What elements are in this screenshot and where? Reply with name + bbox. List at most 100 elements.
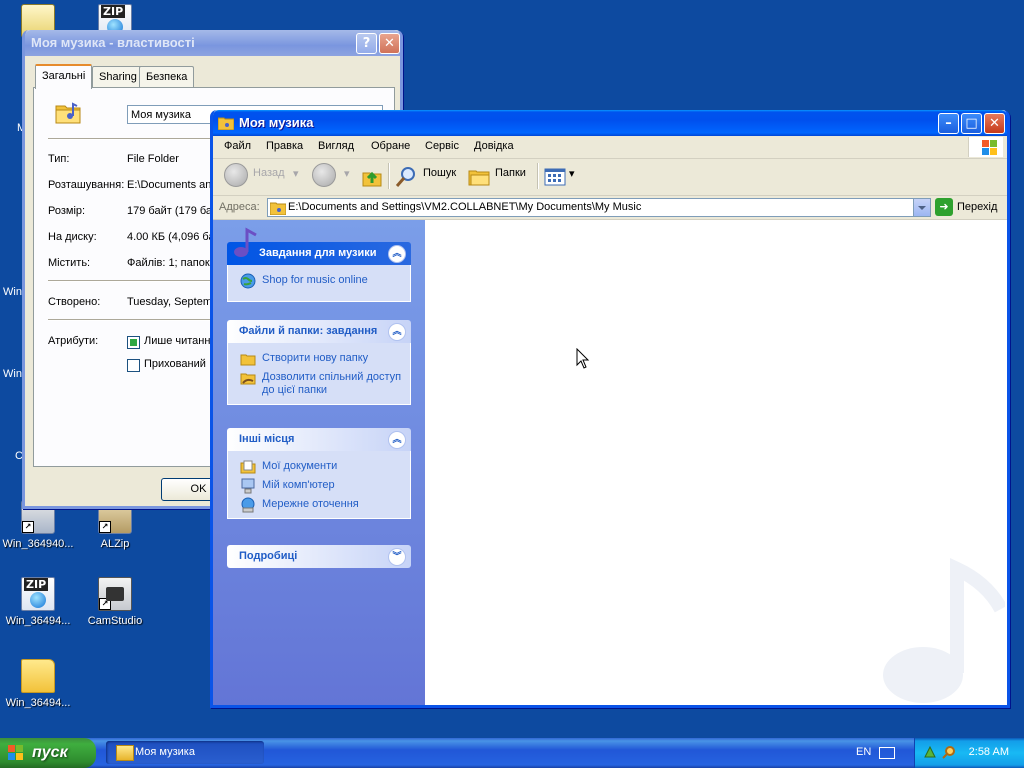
go-label: Перехід xyxy=(957,200,998,213)
taskbar-item-my-music[interactable]: Моя музика xyxy=(106,741,264,764)
hidden-checkbox[interactable] xyxy=(127,359,140,372)
desktop-icon-label: CamStudio xyxy=(87,615,143,627)
music-note-watermark-icon xyxy=(883,558,1005,703)
standard-toolbar: Назад ▾ ▾ Пошук Папки ▾ xyxy=(213,159,1007,196)
size-on-disk-label: На диску: xyxy=(48,231,97,243)
file-folder-tasks-body: Створити нову папку Дозволити спільний д… xyxy=(227,343,411,405)
shortcut-arrow-icon: ↗ xyxy=(99,598,111,610)
system-tray: 2:58 AM xyxy=(914,738,1024,768)
up-folder-icon[interactable] xyxy=(362,167,382,187)
folder-icon xyxy=(21,659,55,693)
maximize-button[interactable]: □ xyxy=(961,113,982,134)
menu-edit[interactable]: Правка xyxy=(266,140,303,152)
start-button[interactable]: пуск xyxy=(0,738,96,768)
menu-bar: Файл Правка Вигляд Обране Сервіс Довідка xyxy=(213,136,1007,159)
readonly-checkbox[interactable] xyxy=(127,336,140,349)
menu-favorites[interactable]: Обране xyxy=(371,140,410,152)
network-places-icon xyxy=(241,497,255,513)
desktop-icon-label: Win_36494... xyxy=(5,615,71,627)
my-documents-link[interactable]: Мої документи xyxy=(228,457,410,476)
mouse-pointer-icon xyxy=(576,348,590,369)
minimize-button[interactable]: – xyxy=(938,113,959,134)
network-tray-icon[interactable] xyxy=(923,745,937,759)
desktop-icon-win-3[interactable]: Win_36494... xyxy=(0,659,76,709)
desktop-icon-label: Win_36494... xyxy=(5,697,71,709)
other-places-panel: Інші місця ︽ Мої документи Мій комп'ютер… xyxy=(227,428,411,519)
back-arrow-icon[interactable] xyxy=(224,163,248,187)
help-button[interactable]: ? xyxy=(356,33,377,54)
clock[interactable]: 2:58 AM xyxy=(969,746,1009,758)
taskbar: пуск Моя музика EN 2:58 AM xyxy=(0,738,1024,768)
explorer-window: Моя музика – □ ✕ Файл Правка Вигляд Обра… xyxy=(210,110,1010,708)
search-icon xyxy=(395,167,415,187)
desktop-icon-win-2[interactable]: Win_36494... xyxy=(0,577,76,627)
details-header[interactable]: Подробиці ︾ xyxy=(227,545,411,568)
address-value: E:\Documents and Settings\VM2.COLLABNET\… xyxy=(288,201,642,213)
shared-folder-icon xyxy=(240,373,256,385)
other-places-body: Мої документи Мій комп'ютер Мережне оточ… xyxy=(227,451,411,519)
language-indicator[interactable]: EN xyxy=(856,746,871,758)
collapse-chevron-icon[interactable]: ︽ xyxy=(388,245,406,263)
address-input[interactable]: E:\Documents and Settings\VM2.COLLABNET\… xyxy=(267,198,931,217)
zip-icon xyxy=(21,577,55,611)
search-tray-icon[interactable] xyxy=(942,745,956,759)
file-folder-tasks-header[interactable]: Файли й папки: завдання ︽ xyxy=(227,320,411,343)
file-folder-tasks-panel: Файли й папки: завдання ︽ Створити нову … xyxy=(227,320,411,405)
menu-file[interactable]: Файл xyxy=(224,140,251,152)
my-computer-icon xyxy=(241,478,255,494)
menu-help[interactable]: Довідка xyxy=(474,140,514,152)
close-button[interactable]: ✕ xyxy=(984,113,1005,134)
search-button[interactable]: Пошук xyxy=(423,167,456,179)
new-folder-icon xyxy=(240,354,256,366)
back-dropdown-icon[interactable]: ▾ xyxy=(293,167,299,180)
desktop-edge-label-2: Win xyxy=(3,286,22,298)
expand-chevron-icon[interactable]: ︾ xyxy=(388,548,406,566)
music-folder-icon xyxy=(270,202,286,215)
file-list-area[interactable] xyxy=(425,220,1007,705)
explorer-titlebar[interactable]: Моя музика – □ ✕ xyxy=(213,110,1007,136)
contains-label: Містить: xyxy=(48,257,91,269)
properties-title: Моя музика - властивості xyxy=(31,35,195,50)
tab-sharing[interactable]: Sharing xyxy=(92,66,144,87)
folders-button[interactable]: Папки xyxy=(495,167,526,179)
other-places-title: Інші місця xyxy=(239,433,295,445)
task-pane: Завдання для музики ︽ Shop for music onl… xyxy=(213,220,425,705)
forward-arrow-icon[interactable] xyxy=(312,163,336,187)
keyboard-icon[interactable] xyxy=(879,747,895,759)
music-tasks-body: Shop for music online xyxy=(227,265,411,302)
camstudio-icon: ↗ xyxy=(98,577,132,611)
forward-dropdown-icon[interactable]: ▾ xyxy=(344,167,350,180)
location-label: Розташування: xyxy=(48,179,125,191)
address-dropdown-icon[interactable] xyxy=(913,199,930,216)
collapse-chevron-icon[interactable]: ︽ xyxy=(388,431,406,449)
desktop-icon-camstudio[interactable]: ↗ CamStudio xyxy=(77,577,153,627)
collapse-chevron-icon[interactable]: ︽ xyxy=(388,323,406,341)
size-label: Розмір: xyxy=(48,205,86,217)
share-folder-link[interactable]: Дозволити спільний доступ до цієї папки xyxy=(228,368,410,400)
my-computer-link[interactable]: Мій комп'ютер xyxy=(228,476,410,495)
properties-titlebar[interactable]: Моя музика - властивості ? ✕ xyxy=(25,30,400,56)
menu-view[interactable]: Вигляд xyxy=(318,140,354,152)
details-title: Подробиці xyxy=(239,550,298,562)
toolbar-separator xyxy=(537,163,539,189)
back-button-label[interactable]: Назад xyxy=(253,167,285,179)
tab-general[interactable]: Загальні xyxy=(35,64,93,89)
link-text: Мій комп'ютер xyxy=(262,479,335,491)
shop-music-online-link[interactable]: Shop for music online xyxy=(228,271,410,290)
network-places-link[interactable]: Мережне оточення xyxy=(228,495,410,514)
make-new-folder-link[interactable]: Створити нову папку xyxy=(228,349,410,368)
other-places-header[interactable]: Інші місця ︽ xyxy=(227,428,411,451)
link-text: Мережне оточення xyxy=(262,498,359,510)
windows-logo-icon xyxy=(968,137,1003,157)
tab-security[interactable]: Безпека xyxy=(139,66,195,87)
views-dropdown-icon[interactable]: ▾ xyxy=(569,167,575,180)
link-text: Мої документи xyxy=(262,460,338,472)
link-text: Створити нову папку xyxy=(262,352,369,364)
attributes-label: Атрибути: xyxy=(48,335,99,347)
views-icon[interactable] xyxy=(544,167,568,187)
address-bar: Адреса: E:\Documents and Settings\VM2.CO… xyxy=(213,196,1007,220)
go-button[interactable]: ➜ Перехід xyxy=(935,198,997,216)
created-label: Створено: xyxy=(48,296,101,308)
close-button[interactable]: ✕ xyxy=(379,33,400,54)
menu-tools[interactable]: Сервіс xyxy=(425,140,459,152)
